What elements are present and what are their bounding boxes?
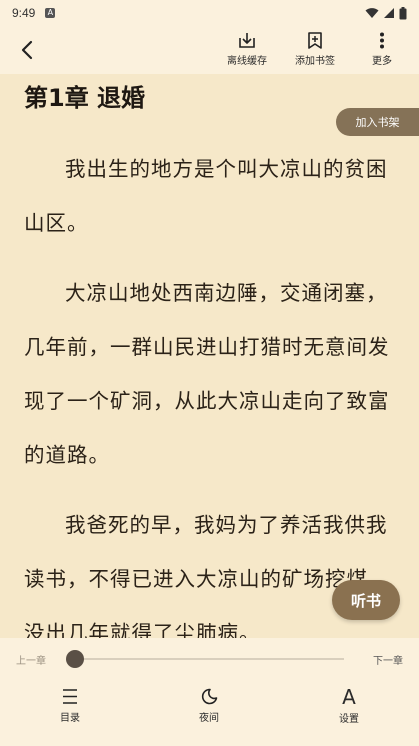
- night-mode-button[interactable]: 夜间: [179, 688, 239, 724]
- progress-slider[interactable]: [74, 658, 344, 660]
- bookmark-add-icon: [308, 32, 322, 49]
- battery-icon: [399, 6, 407, 19]
- more-vertical-icon: [380, 32, 384, 49]
- paragraph: 大凉山地处西南边陲，交通闭塞，几年前，一群山民进山打猎时无意间发现了一个矿洞，从…: [24, 281, 390, 467]
- download-icon: [239, 33, 255, 48]
- add-bookmark-label: 添加书签: [295, 56, 335, 67]
- more-label: 更多: [372, 56, 392, 67]
- status-time: 9:49: [12, 6, 36, 20]
- settings-label: 设置: [339, 714, 359, 725]
- more-button[interactable]: 更多: [364, 32, 400, 70]
- prev-chapter-button[interactable]: 上一章: [16, 652, 46, 667]
- paragraph: 我出生的地方是个叫大凉山的贫困山区。: [24, 157, 388, 235]
- a-icon: A: [45, 8, 56, 18]
- offline-cache-label: 离线缓存: [227, 56, 267, 67]
- chapter-title: 第1章 退婚: [24, 84, 146, 112]
- wifi-icon: [365, 8, 379, 18]
- status-bar: 9:49 A: [0, 0, 419, 26]
- chevron-left-icon: [21, 40, 33, 60]
- add-to-shelf-button[interactable]: 加入书架: [336, 108, 419, 136]
- paragraph: 我爸死的早，我妈为了养活我供我读书，不得已进入大凉山的矿场挖煤，没出几年就得了尘…: [24, 513, 390, 645]
- next-chapter-button[interactable]: 下一章: [373, 652, 403, 667]
- night-mode-label: 夜间: [199, 713, 219, 724]
- catalog-label: 目录: [60, 713, 80, 724]
- list-icon: [63, 689, 77, 704]
- back-button[interactable]: [14, 36, 40, 64]
- catalog-button[interactable]: 目录: [40, 688, 100, 724]
- progress-slider-thumb[interactable]: [66, 650, 84, 668]
- bottom-panel: 上一章 下一章 目录 夜间 A 设置: [0, 638, 419, 746]
- settings-button[interactable]: A 设置: [319, 685, 379, 725]
- signal-icon: [384, 8, 394, 18]
- listen-button[interactable]: 听书: [332, 580, 400, 620]
- moon-icon: [201, 688, 218, 705]
- add-bookmark-button[interactable]: 添加书签: [289, 32, 341, 70]
- font-settings-icon: A: [342, 685, 356, 709]
- offline-cache-button[interactable]: 离线缓存: [222, 32, 272, 70]
- status-icons: [365, 6, 407, 20]
- reader-toolbar: 离线缓存 添加书签 更多: [0, 26, 419, 74]
